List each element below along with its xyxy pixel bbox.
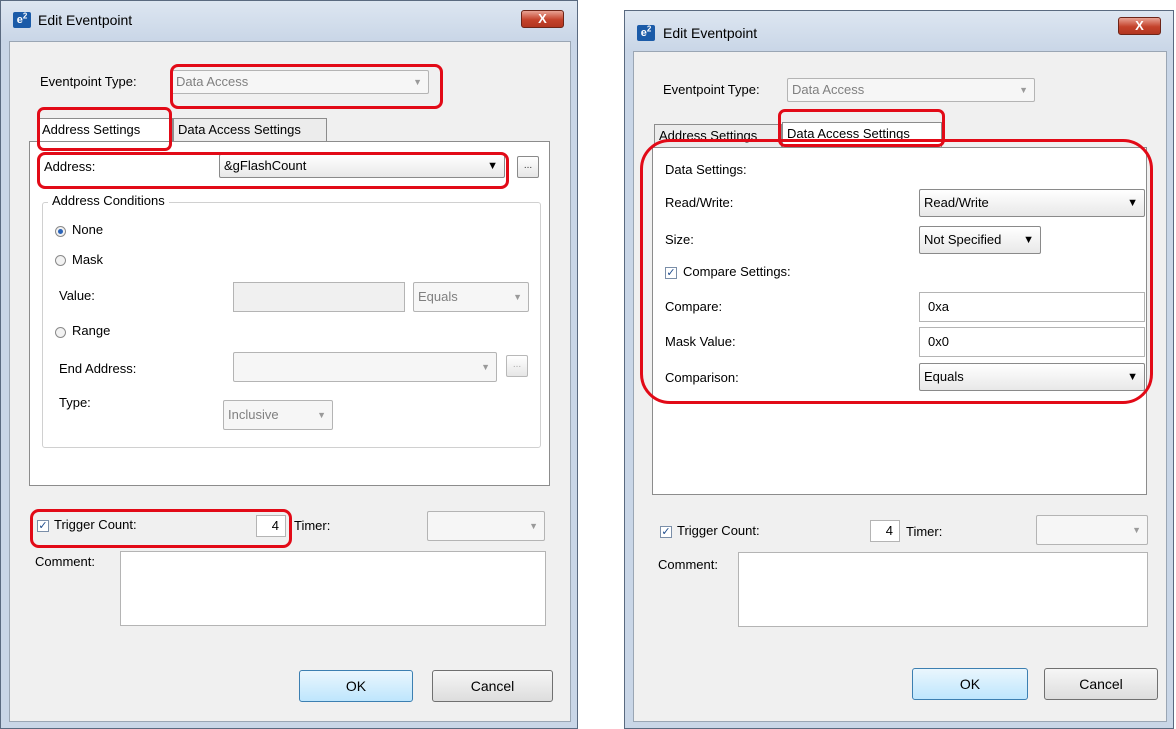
left-radio-none[interactable] — [55, 226, 66, 237]
left-address-select[interactable]: &gFlashCount ▼ — [219, 154, 505, 178]
right-read-write-select[interactable]: Read/Write ▼ — [919, 189, 1145, 217]
dropdown-arrow-icon: ▼ — [481, 362, 490, 372]
right-timer-label: Timer: — [906, 524, 943, 539]
left-radio-mask-label: Mask — [72, 252, 104, 267]
right-trigger-count-checkbox[interactable]: ✓ — [660, 526, 672, 538]
left-trigger-count-checkbox[interactable]: ✓ — [37, 520, 49, 532]
dropdown-arrow-icon: ▼ — [529, 521, 538, 531]
right-data-settings-label: Data Settings: — [665, 162, 747, 177]
left-end-address-label: End Address: — [59, 361, 137, 376]
left-close-button[interactable]: X — [521, 10, 564, 28]
right-size-label: Size: — [665, 232, 694, 247]
checkmark-icon: ✓ — [38, 520, 48, 532]
right-data-access-settings-panel: Data Settings: Read/Write: Read/Write ▼ … — [652, 147, 1147, 495]
right-eventpoint-type-select[interactable]: Data Access ▼ — [787, 78, 1035, 102]
left-address-label: Address: — [44, 159, 96, 174]
right-dialog-client: Eventpoint Type: Data Access ▼ Address S… — [633, 51, 1167, 722]
left-edit-eventpoint-dialog: e2 Edit Eventpoint X Eventpoint Type: Da… — [0, 0, 578, 729]
left-eventpoint-type-label: Eventpoint Type: — [40, 74, 137, 89]
left-timer-label: Timer: — [294, 518, 331, 533]
right-cancel-button[interactable]: Cancel — [1044, 668, 1158, 700]
close-icon: X — [538, 11, 547, 26]
right-read-write-label: Read/Write: — [665, 195, 734, 210]
left-frame-left — [1, 41, 9, 728]
left-radio-range[interactable] — [55, 327, 66, 338]
right-tab-address-settings[interactable]: Address Settings — [654, 124, 782, 148]
right-compare-input[interactable]: 0xa — [919, 292, 1145, 322]
left-ok-button[interactable]: OK — [299, 670, 413, 702]
e2-logo-icon: e2 — [637, 25, 655, 41]
dropdown-arrow-icon: ▼ — [487, 160, 498, 172]
right-mask-value-input[interactable]: 0x0 — [919, 327, 1145, 357]
right-comment-textarea[interactable] — [738, 552, 1148, 627]
right-comment-label: Comment: — [658, 557, 718, 572]
left-eventpoint-type-select[interactable]: Data Access ▼ — [171, 70, 429, 94]
left-type-select[interactable]: Inclusive ▼ — [223, 400, 333, 430]
right-compare-settings-label: Compare Settings: — [683, 264, 791, 279]
right-trigger-count-input[interactable]: 4 — [870, 520, 900, 542]
e2-logo-icon: e2 — [13, 12, 31, 28]
left-end-address-browse-button[interactable]: ... — [506, 355, 528, 377]
right-trigger-count-label: Trigger Count: — [677, 523, 760, 538]
right-close-button[interactable]: X — [1118, 17, 1161, 35]
dropdown-arrow-icon: ▼ — [1127, 197, 1138, 209]
left-comment-label: Comment: — [35, 554, 95, 569]
left-radio-range-label: Range — [72, 323, 111, 338]
left-trigger-count-input[interactable]: 4 — [256, 515, 286, 537]
left-value-input[interactable] — [233, 282, 405, 312]
left-dialog-client: Eventpoint Type: Data Access ▼ Address S… — [9, 41, 571, 722]
right-compare-settings-checkbox[interactable]: ✓ — [665, 267, 677, 279]
left-trigger-count-label: Trigger Count: — [54, 517, 137, 532]
left-type-label: Type: — [59, 395, 91, 410]
checkmark-icon: ✓ — [661, 526, 671, 538]
left-radio-mask[interactable] — [55, 255, 66, 266]
left-end-address-select[interactable]: ▼ — [233, 352, 497, 382]
dropdown-arrow-icon: ▼ — [413, 77, 422, 87]
left-radio-none-label: None — [72, 222, 104, 237]
right-comparison-select[interactable]: Equals ▼ — [919, 363, 1145, 391]
right-compare-label: Compare: — [665, 299, 723, 314]
left-value-label: Value: — [59, 288, 95, 303]
left-address-conditions-label: Address Conditions — [48, 193, 169, 208]
dropdown-arrow-icon: ▼ — [1023, 234, 1034, 246]
left-cancel-button[interactable]: Cancel — [432, 670, 553, 702]
right-edit-eventpoint-dialog: e2 Edit Eventpoint X Eventpoint Type: Da… — [624, 10, 1174, 729]
right-tab-data-access-settings[interactable]: Data Access Settings — [782, 122, 942, 148]
right-dialog-title: Edit Eventpoint — [663, 25, 758, 41]
left-timer-select[interactable]: ▼ — [427, 511, 545, 541]
right-size-select[interactable]: Not Specified ▼ — [919, 226, 1041, 254]
dropdown-arrow-icon: ▼ — [513, 292, 522, 302]
left-dialog-title: Edit Eventpoint — [38, 12, 133, 28]
left-mask-compare-select[interactable]: Equals ▼ — [413, 282, 529, 312]
left-address-browse-button[interactable]: ... — [517, 156, 539, 178]
left-address-settings-panel: Address: &gFlashCount ▼ ... Address Cond… — [29, 141, 550, 486]
left-tab-address-settings[interactable]: Address Settings — [37, 118, 173, 142]
left-comment-textarea[interactable] — [120, 551, 546, 626]
dropdown-arrow-icon: ▼ — [317, 410, 326, 420]
right-ok-button[interactable]: OK — [912, 668, 1028, 700]
left-tab-data-access-settings[interactable]: Data Access Settings — [173, 118, 327, 142]
close-icon: X — [1135, 18, 1144, 33]
dropdown-arrow-icon: ▼ — [1132, 525, 1141, 535]
dropdown-arrow-icon: ▼ — [1019, 85, 1028, 95]
checkmark-icon: ✓ — [666, 267, 676, 279]
right-frame-left — [625, 51, 633, 728]
right-timer-select[interactable]: ▼ — [1036, 515, 1148, 545]
right-eventpoint-type-label: Eventpoint Type: — [663, 82, 760, 97]
right-mask-value-label: Mask Value: — [665, 334, 736, 349]
right-comparison-label: Comparison: — [665, 370, 739, 385]
dropdown-arrow-icon: ▼ — [1127, 371, 1138, 383]
